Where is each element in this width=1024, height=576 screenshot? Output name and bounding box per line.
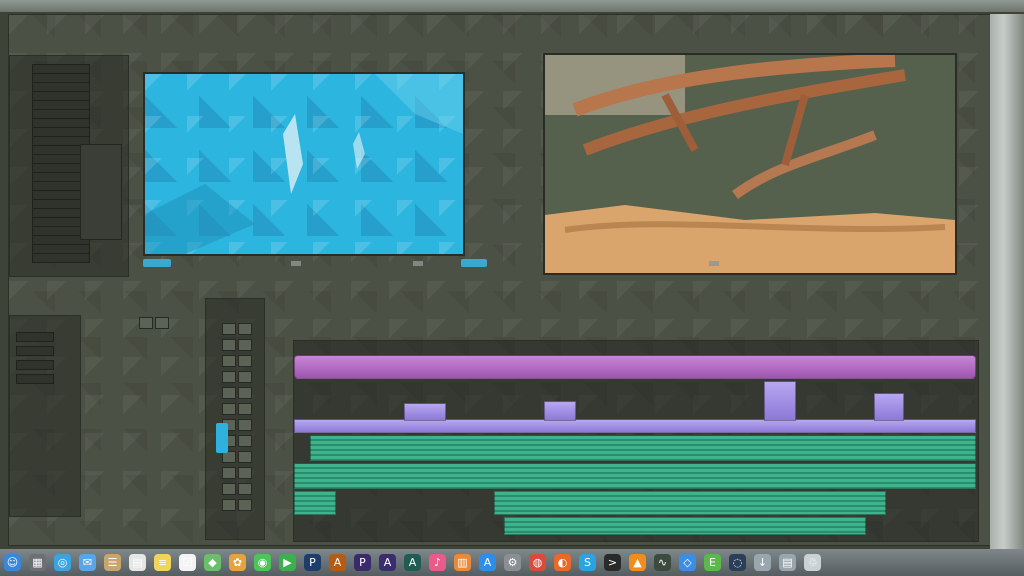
photos-icon[interactable]: ✿	[229, 554, 246, 571]
terminal-icon[interactable]: >	[604, 554, 621, 571]
source-monitor[interactable]	[143, 72, 465, 256]
effects-panel[interactable]	[9, 315, 81, 517]
effects-row[interactable]	[16, 360, 54, 370]
source-monitor-frame	[145, 74, 463, 254]
calendar-icon[interactable]: ▤	[129, 554, 146, 571]
dock[interactable]: ☺ ▦ ◎ ✉ ☰ ▤ ≡ ☑ ◆ ✿ ◉ ▶ P A P A A ♪ ▥ A ⚙ ◍ ◐ S > ▲ ∿ ◇ E ◌ ↓ ▤ ♲	[0, 549, 1024, 576]
tool-button[interactable]	[222, 403, 236, 415]
documents-icon[interactable]: ▤	[779, 554, 796, 571]
effects-row[interactable]	[16, 332, 54, 342]
tool-button[interactable]	[238, 499, 252, 511]
audio-clip[interactable]	[494, 491, 886, 515]
tool-button[interactable]	[238, 403, 252, 415]
chrome-icon[interactable]: ◍	[529, 554, 546, 571]
tool-button[interactable]	[222, 483, 236, 495]
tool-button[interactable]	[238, 339, 252, 351]
audition-icon[interactable]: A	[404, 554, 421, 571]
program-timecode[interactable]	[461, 259, 487, 267]
after-effects-icon[interactable]: A	[379, 554, 396, 571]
video-clip[interactable]	[874, 393, 904, 421]
effects-row[interactable]	[16, 374, 54, 384]
track-toggle-button[interactable]	[139, 317, 153, 329]
firefox-icon[interactable]: ◐	[554, 554, 571, 571]
finder-icon[interactable]: ☺	[4, 554, 21, 571]
project-panel-thumbnail[interactable]	[80, 144, 122, 240]
video-clip[interactable]	[294, 355, 976, 379]
tool-button[interactable]	[238, 451, 252, 463]
downloads-icon[interactable]: ↓	[754, 554, 771, 571]
video-clip[interactable]	[294, 419, 976, 433]
steam-icon[interactable]: ◌	[729, 554, 746, 571]
maps-icon[interactable]: ◆	[204, 554, 221, 571]
itunes-icon[interactable]: ♪	[429, 554, 446, 571]
contacts-icon[interactable]: ☰	[104, 554, 121, 571]
project-panel[interactable]	[9, 55, 129, 277]
tool-button[interactable]	[222, 339, 236, 351]
messages-icon[interactable]: ◉	[254, 554, 271, 571]
tool-button[interactable]	[238, 467, 252, 479]
notes-icon[interactable]: ≡	[154, 554, 171, 571]
tool-button[interactable]	[222, 499, 236, 511]
tool-button[interactable]	[222, 387, 236, 399]
reminders-icon[interactable]: ☑	[179, 554, 196, 571]
audio-clip[interactable]	[504, 517, 866, 535]
launchpad-icon[interactable]: ▦	[29, 554, 46, 571]
audio-clip[interactable]	[294, 463, 976, 489]
video-clip[interactable]	[404, 403, 446, 421]
tool-button[interactable]	[238, 435, 252, 447]
tool-button[interactable]	[222, 323, 236, 335]
premiere-icon[interactable]: P	[354, 554, 371, 571]
window-edge	[990, 14, 1024, 554]
skype-icon[interactable]: S	[579, 554, 596, 571]
video-clip[interactable]	[764, 381, 796, 421]
tool-button[interactable]	[238, 419, 252, 431]
dropbox-icon[interactable]: ◇	[679, 554, 696, 571]
tool-button[interactable]	[238, 387, 252, 399]
tool-button[interactable]	[222, 467, 236, 479]
project-item[interactable]	[32, 253, 90, 263]
tool-button[interactable]	[238, 355, 252, 367]
effects-row[interactable]	[16, 346, 54, 356]
trash-icon[interactable]: ♲	[804, 554, 821, 571]
video-clip[interactable]	[544, 401, 576, 421]
play-button[interactable]	[291, 261, 301, 266]
tool-button[interactable]	[238, 483, 252, 495]
activity-monitor-icon[interactable]: ∿	[654, 554, 671, 571]
program-play-button[interactable]	[709, 261, 719, 266]
preferences-icon[interactable]: ⚙	[504, 554, 521, 571]
tools-panel[interactable]	[205, 298, 265, 540]
tool-button[interactable]	[222, 355, 236, 367]
source-timecode[interactable]	[143, 259, 171, 267]
tool-button[interactable]	[238, 371, 252, 383]
tool-button[interactable]	[222, 371, 236, 383]
ibooks-icon[interactable]: ▥	[454, 554, 471, 571]
program-monitor-frame	[545, 55, 955, 273]
step-forward-button[interactable]	[413, 261, 423, 266]
tool-button[interactable]	[238, 323, 252, 335]
track-toggle-button[interactable]	[155, 317, 169, 329]
audio-clip[interactable]	[310, 435, 976, 461]
menu-bar[interactable]	[0, 0, 1024, 12]
timeline[interactable]	[293, 340, 979, 542]
safari-icon[interactable]: ◎	[54, 554, 71, 571]
illustrator-icon[interactable]: A	[329, 554, 346, 571]
app-store-icon[interactable]: A	[479, 554, 496, 571]
program-monitor[interactable]	[543, 53, 957, 275]
mail-icon[interactable]: ✉	[79, 554, 96, 571]
vlc-icon[interactable]: ▲	[629, 554, 646, 571]
evernote-icon[interactable]: E	[704, 554, 721, 571]
editor-window	[8, 14, 1000, 546]
facetime-icon[interactable]: ▶	[279, 554, 296, 571]
photoshop-icon[interactable]: P	[304, 554, 321, 571]
audio-meter	[216, 423, 228, 453]
audio-clip[interactable]	[294, 491, 336, 515]
